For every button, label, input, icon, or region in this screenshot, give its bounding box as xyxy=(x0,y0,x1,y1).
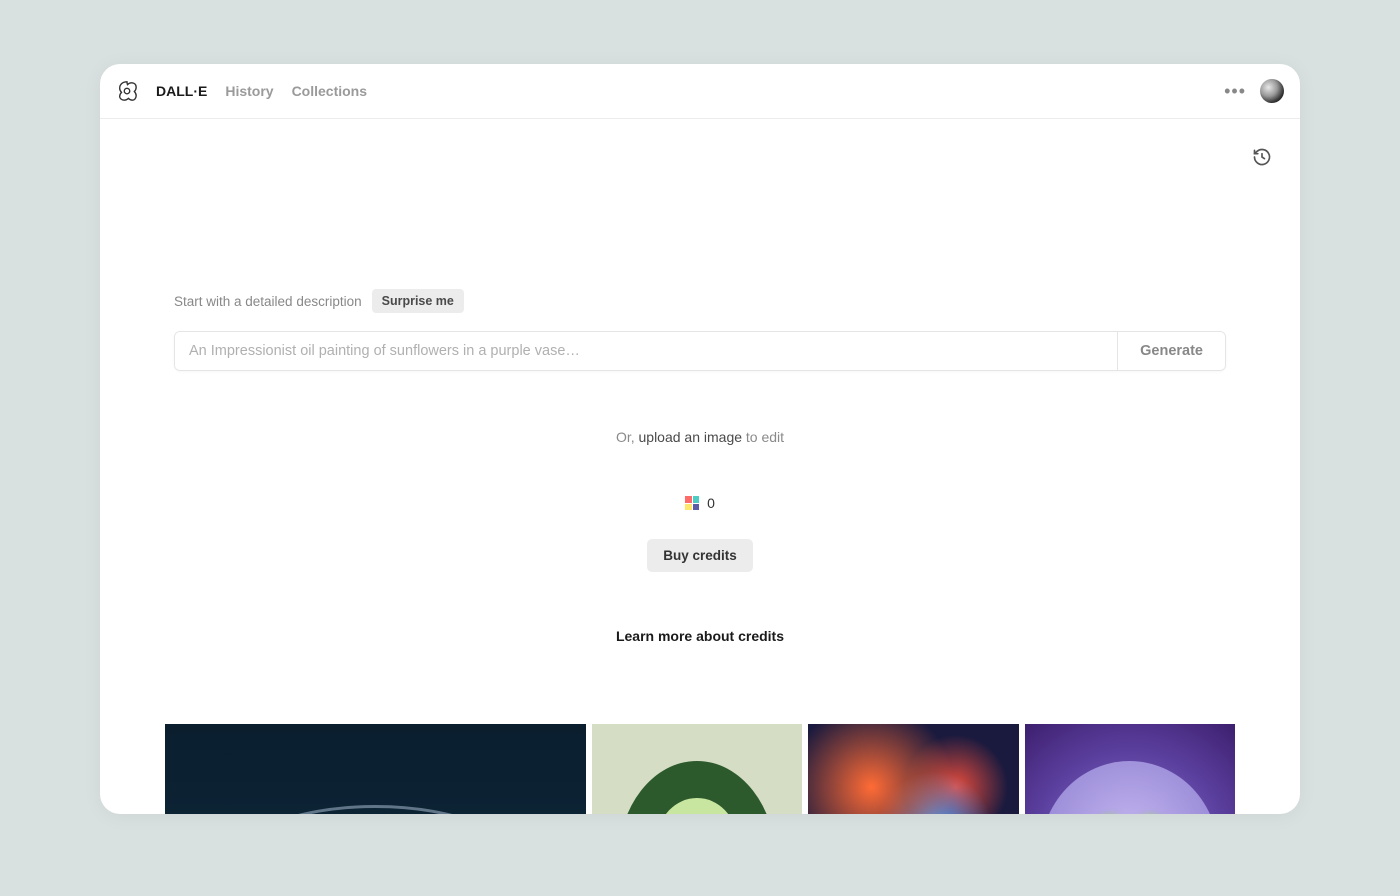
upload-link[interactable]: upload an image xyxy=(639,429,743,445)
prompt-label-row: Start with a detailed description Surpri… xyxy=(174,289,1226,313)
credits-count: 0 xyxy=(707,495,715,511)
upload-row: Or, upload an image to edit xyxy=(174,429,1226,445)
history-icon[interactable] xyxy=(1252,147,1272,172)
buy-credits-button[interactable]: Buy credits xyxy=(647,539,753,572)
learn-more-link[interactable]: Learn more about credits xyxy=(174,628,1226,644)
credits-icon xyxy=(685,496,699,510)
gallery-image xyxy=(592,724,802,814)
header: DALL·E History Collections ••• xyxy=(100,64,1300,119)
gallery-image xyxy=(165,724,586,814)
header-left: DALL·E History Collections xyxy=(116,80,367,102)
prompt-bar: Generate xyxy=(174,331,1226,371)
avatar[interactable] xyxy=(1260,79,1284,103)
generate-button[interactable]: Generate xyxy=(1117,332,1225,370)
gallery-image xyxy=(1025,724,1235,814)
content-area[interactable]: Start with a detailed description Surpri… xyxy=(100,119,1300,814)
upload-prefix: Or, xyxy=(616,429,639,445)
nav-collections[interactable]: Collections xyxy=(292,83,367,99)
surprise-button[interactable]: Surprise me xyxy=(372,289,464,313)
gallery-item-glass[interactable] xyxy=(165,724,586,814)
gallery-item-monster[interactable] xyxy=(1025,724,1235,814)
gallery-image xyxy=(808,724,1018,814)
nav-dalle[interactable]: DALL·E xyxy=(156,83,207,99)
app-window: DALL·E History Collections ••• Start wit… xyxy=(100,64,1300,814)
prompt-label: Start with a detailed description xyxy=(174,294,362,309)
credits-row: 0 xyxy=(174,495,1226,511)
gallery-item-avocado[interactable] xyxy=(592,724,802,814)
prompt-input[interactable] xyxy=(175,332,1117,370)
main-content: Start with a detailed description Surpri… xyxy=(100,119,1300,814)
nav-history[interactable]: History xyxy=(225,83,273,99)
gallery xyxy=(165,724,1235,814)
openai-logo-icon[interactable] xyxy=(116,80,138,102)
gallery-item-space[interactable] xyxy=(808,724,1018,814)
more-icon[interactable]: ••• xyxy=(1224,81,1246,102)
header-right: ••• xyxy=(1224,79,1284,103)
upload-suffix: to edit xyxy=(742,429,784,445)
